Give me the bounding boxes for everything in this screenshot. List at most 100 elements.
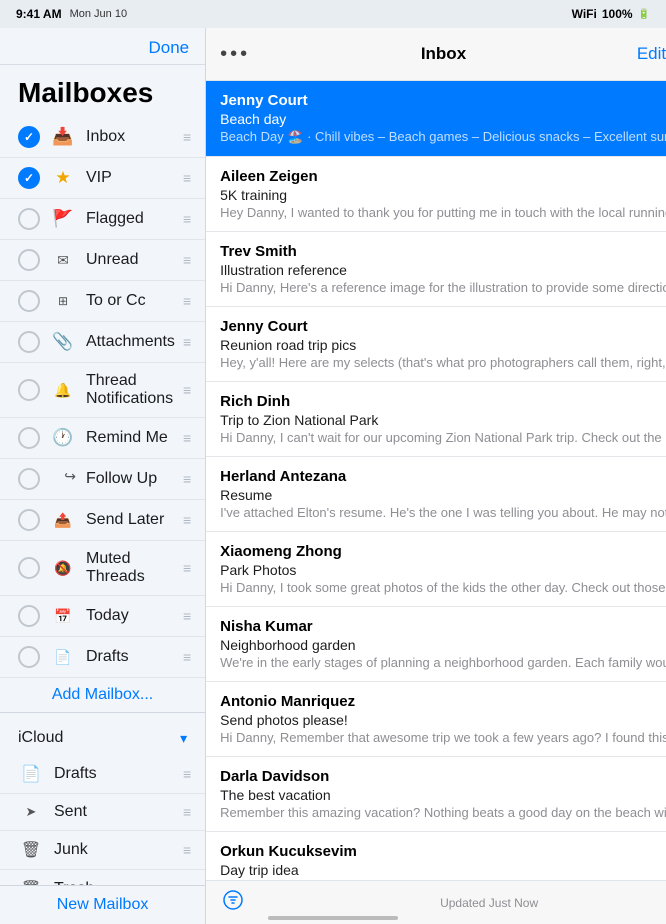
icloud-item-sent[interactable]: ➤ Sent ≡ [0,794,205,831]
unread-drag-handle: ≡ [183,252,191,268]
sidebar-item-inbox[interactable]: 📥 Inbox ≡ [0,117,205,158]
sidebar-item-today[interactable]: 📅 Today ≡ [0,596,205,637]
email-item-3[interactable]: Trev Smith 5/3/24 Illustration reference… [206,232,666,307]
status-bar: 9:41 AM Mon Jun 10 WiFi 100% 🔋 [0,0,666,28]
right-panel: ••• Inbox Edit [206,28,666,924]
icloud-drafts-drag: ≡ [183,766,191,782]
email-preview-9: Hi Danny, Remember that awesome trip we … [220,730,666,745]
updated-status: Updated Just Now [440,896,538,910]
email-item-7[interactable]: Xiaomeng Zhong 4/27/24 Park Photos Hi Da… [206,532,666,607]
sidebar: Done Mailboxes 📥 Inbox ≡ ★ VIP ≡ [0,28,206,924]
email-subject-1: Beach day [220,111,666,127]
status-date: Mon Jun 10 [70,8,127,20]
battery-visual: 🔋 [638,9,650,20]
toolbar-dots-icon[interactable]: ••• [220,43,250,66]
edit-button[interactable]: Edit [637,44,666,64]
email-sender-9: Antonio Manriquez [220,693,666,710]
add-mailbox-button[interactable]: Add Mailbox... [0,678,205,712]
thread-notifications-icon: 🔔 [50,379,76,401]
vip-drag-handle: ≡ [183,170,191,186]
email-preview-7: Hi Danny, I took some great photos of th… [220,580,666,595]
sidebar-item-thread-notifications[interactable]: 🔔 Thread Notifications ≡ [0,363,205,418]
email-item-9[interactable]: Antonio Manriquez 4/22/24 Send photos pl… [206,682,666,757]
thread-notifications-drag-handle: ≡ [183,382,191,398]
sidebar-item-to-or-cc[interactable]: ⊞ To or Cc ≡ [0,281,205,322]
sidebar-item-drafts[interactable]: 📄 Drafts ≡ [0,637,205,678]
flagged-check [18,208,40,230]
send-later-label: Send Later [86,511,175,529]
new-mailbox-button[interactable]: New Mailbox [57,896,149,914]
unread-label: Unread [86,251,175,269]
to-or-cc-icon: ⊞ [50,290,76,312]
main-layout: Done Mailboxes 📥 Inbox ≡ ★ VIP ≡ [0,28,666,924]
send-later-drag-handle: ≡ [183,512,191,528]
email-subject-5: Trip to Zion National Park [220,412,666,428]
icloud-header[interactable]: iCloud ▾ [0,721,205,755]
filter-icon[interactable] [222,889,244,916]
send-later-icon: 📤 [50,509,76,531]
email-item-4[interactable]: Jenny Court 5/2/24 Reunion road trip pic… [206,307,666,382]
remind-me-check [18,427,40,449]
sidebar-item-follow-up[interactable]: ↩ Follow Up ≡ [0,459,205,500]
icloud-item-junk[interactable]: 🗑 Junk ≡ [0,831,205,870]
email-item-10[interactable]: Darla Davidson 4/17/24 The best vacation… [206,757,666,832]
right-toolbar: ••• Inbox Edit [206,28,666,81]
email-preview-10: Remember this amazing vacation? Nothing … [220,805,666,820]
email-sender-5: Rich Dinh [220,393,666,410]
email-item-11[interactable]: Orkun Kucuksevim 4/15/24 Day trip idea H… [206,832,666,880]
email-sender-1: Jenny Court [220,92,666,109]
sidebar-header: Done [0,28,205,65]
today-label: Today [86,607,175,625]
sidebar-item-remind-me[interactable]: 🕐 Remind Me ≡ [0,418,205,459]
sidebar-item-unread[interactable]: ✉ Unread ≡ [0,240,205,281]
email-subject-3: Illustration reference [220,262,666,278]
muted-threads-label: Muted Threads [86,550,175,586]
email-item-8[interactable]: Nisha Kumar 4/27/24 Neighborhood garden … [206,607,666,682]
vip-check [18,167,40,189]
drafts-icon: 📄 [50,646,76,668]
sidebar-item-send-later[interactable]: 📤 Send Later ≡ [0,500,205,541]
email-sender-3: Trev Smith [220,243,666,260]
email-subject-7: Park Photos [220,562,666,578]
email-sender-6: Herland Antezana [220,468,666,485]
flagged-label: Flagged [86,210,175,228]
attachments-check [18,331,40,353]
email-subject-6: Resume [220,487,666,503]
icloud-title: iCloud [18,729,63,747]
email-item-5[interactable]: Rich Dinh 4/28/24 Trip to Zion National … [206,382,666,457]
muted-threads-check [18,557,40,579]
email-preview-4: Hey, y'all! Here are my selects (that's … [220,355,666,370]
drafts-check [18,646,40,668]
vip-label: VIP [86,169,175,187]
icloud-sent-drag: ≡ [183,804,191,820]
sidebar-item-muted-threads[interactable]: 🔕 Muted Threads ≡ [0,541,205,596]
status-time: 9:41 AM [16,7,62,21]
follow-up-drag-handle: ≡ [183,471,191,487]
email-subject-11: Day trip idea [220,862,666,878]
email-item-6[interactable]: Herland Antezana 4/28/24 Resume I've att… [206,457,666,532]
email-sender-4: Jenny Court [220,318,666,335]
email-sender-11: Orkun Kucuksevim [220,843,666,860]
sidebar-item-vip[interactable]: ★ VIP ≡ [0,158,205,199]
icloud-section: iCloud ▾ 📄 Drafts ≡ ➤ Sent ≡ 🗑 [0,712,205,885]
icloud-item-drafts[interactable]: 📄 Drafts ≡ [0,755,205,794]
email-item-2[interactable]: Aileen Zeigen 5/4/24 5K training Hey Dan… [206,157,666,232]
email-preview-8: We're in the early stages of planning a … [220,655,666,670]
today-icon: 📅 [50,605,76,627]
icloud-junk-drag: ≡ [183,842,191,858]
status-icons: WiFi 100% 🔋 [572,7,650,21]
sidebar-item-flagged[interactable]: 🚩 Flagged ≡ [0,199,205,240]
email-subject-4: Reunion road trip pics [220,337,666,353]
email-item-1[interactable]: Jenny Court 5/5/24 Beach day Beach Day 🏖… [206,81,666,157]
sidebar-item-attachments[interactable]: 📎 Attachments ≡ [0,322,205,363]
email-list: Jenny Court 5/5/24 Beach day Beach Day 🏖… [206,81,666,880]
email-sender-8: Nisha Kumar [220,618,666,635]
thread-notifications-check [18,379,40,401]
email-preview-5: Hi Danny, I can't wait for our upcoming … [220,430,666,445]
inbox-icon: 📥 [50,126,76,148]
icloud-item-trash[interactable]: 🗑 Trash ≡ [0,870,205,885]
done-button[interactable]: Done [148,38,189,58]
today-check [18,605,40,627]
flagged-drag-handle: ≡ [183,211,191,227]
battery-icon: 100% [602,7,633,21]
